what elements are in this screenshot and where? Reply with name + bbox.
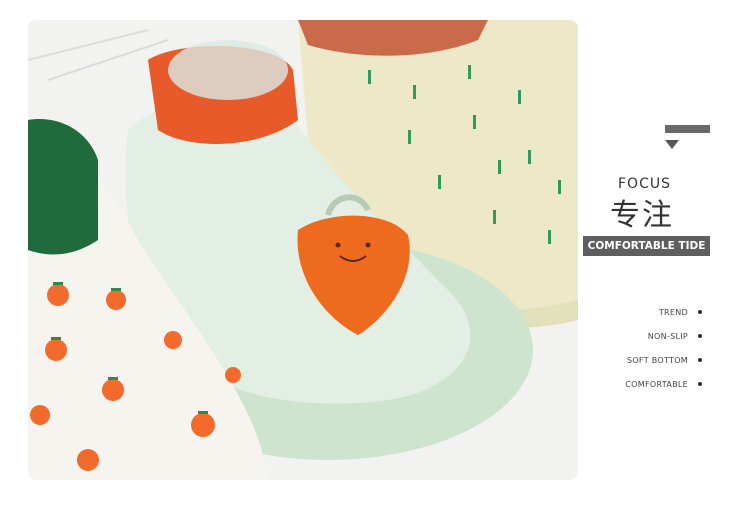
feature-label: NON-SLIP — [647, 331, 688, 341]
feature-label: SOFT BOTTOM — [626, 355, 688, 365]
feature-item-soft-bottom: SOFT BOTTOM — [625, 348, 702, 372]
feature-item-non-slip: NON-SLIP — [625, 324, 702, 348]
feature-list: TREND NON-SLIP SOFT BOTTOM COMFORTABLE — [625, 300, 702, 396]
bullet-dot-icon — [698, 358, 702, 362]
feature-item-comfortable: COMFORTABLE — [625, 372, 702, 396]
bullet-dot-icon — [698, 334, 702, 338]
feature-label: COMFORTABLE — [625, 379, 688, 389]
bullet-dot-icon — [698, 310, 702, 314]
section-title-cn: 专注 — [610, 198, 674, 233]
comfortable-tide-badge: COMFORTABLE TIDE — [583, 236, 710, 256]
bullet-dot-icon — [698, 382, 702, 386]
feature-label: TREND — [658, 307, 688, 317]
down-triangle-icon — [665, 140, 679, 149]
feature-item-trend: TREND — [625, 300, 702, 324]
product-photo — [28, 20, 578, 480]
decor-bar — [665, 125, 710, 133]
